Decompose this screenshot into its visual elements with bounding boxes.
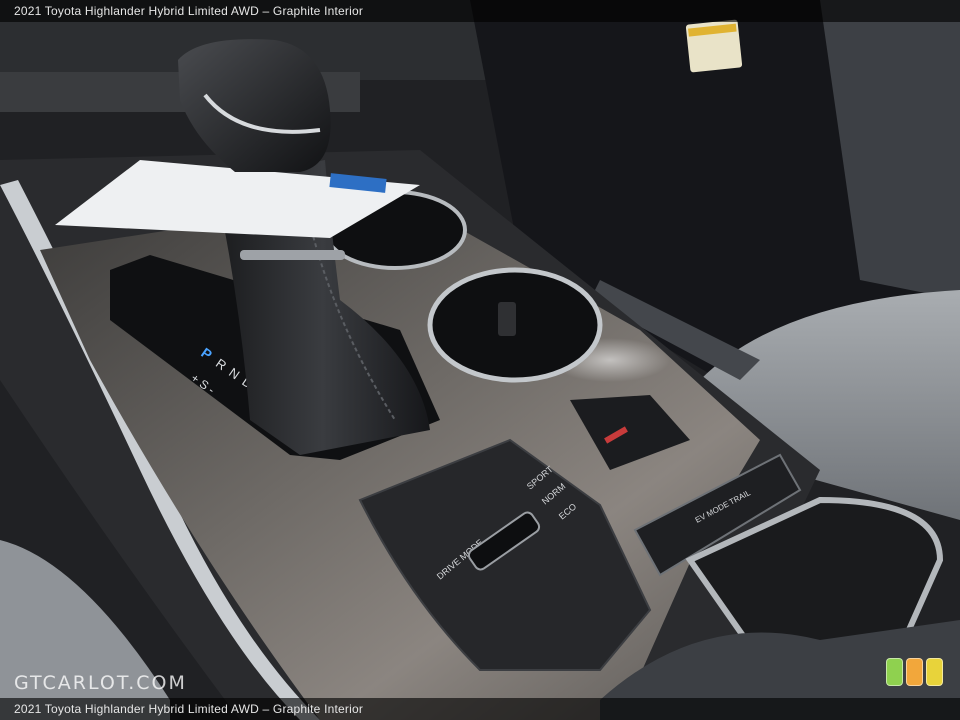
rating-chip-green (886, 658, 903, 686)
caption-top-text: 2021 Toyota Highlander Hybrid Limited AW… (14, 4, 364, 18)
caption-bar-bottom: 2021 Toyota Highlander Hybrid Limited AW… (0, 698, 960, 720)
rating-chip-orange (906, 658, 923, 686)
interior-photo: P R N D + S - DRIVE MODE SPORT NORM ECO (0, 0, 960, 720)
shifter-collar (240, 250, 345, 260)
caption-bar-top: 2021 Toyota Highlander Hybrid Limited AW… (0, 0, 960, 22)
photo-viewer: P R N D + S - DRIVE MODE SPORT NORM ECO (0, 0, 960, 720)
cup-holder-tab (498, 302, 516, 336)
site-watermark: GTCARLOT.COM (14, 672, 187, 694)
rating-chip-yellow (926, 658, 943, 686)
rating-indicator[interactable] (886, 658, 943, 686)
caption-bottom-text: 2021 Toyota Highlander Hybrid Limited AW… (14, 702, 364, 716)
